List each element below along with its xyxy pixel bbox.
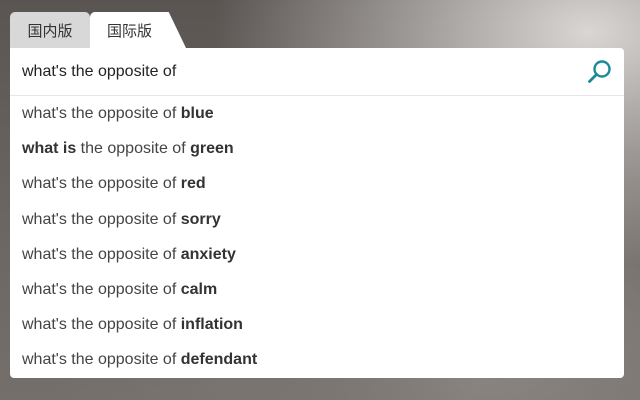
- suggestion-lead: what is: [22, 140, 77, 158]
- search-icon: [588, 60, 611, 83]
- tab-domestic-label: 国内版: [27, 21, 73, 40]
- suggestion-prefix: what's the opposite of: [22, 210, 181, 228]
- suggestion-item[interactable]: what's the opposite of red: [10, 166, 624, 201]
- suggestion-completion: defendant: [180, 351, 258, 369]
- tab-international-label: 国际版: [107, 21, 153, 40]
- tab-domestic[interactable]: 国内版: [10, 12, 90, 48]
- suggestion-completion: green: [190, 140, 234, 158]
- search-panel: what's the opposite of blue what is the …: [10, 48, 624, 378]
- suggestion-item[interactable]: what's the opposite of inflation: [10, 307, 624, 342]
- suggestion-middle: the opposite of: [76, 140, 191, 158]
- search-bar: [10, 48, 624, 96]
- suggestion-prefix: what's the opposite of: [22, 105, 181, 122]
- suggestion-prefix: what's the opposite of: [22, 351, 181, 369]
- suggestion-list: what's the opposite of blue what is the …: [10, 96, 624, 378]
- suggestion-completion: anxiety: [180, 245, 236, 263]
- suggestion-item[interactable]: what's the opposite of defendant: [10, 342, 624, 377]
- suggestion-prefix: what's the opposite of: [22, 175, 181, 193]
- suggestion-completion: blue: [180, 105, 214, 122]
- suggestion-completion: red: [180, 175, 206, 193]
- suggestion-item[interactable]: what is the opposite of green: [10, 131, 624, 166]
- suggestion-item[interactable]: what's the opposite of sorry: [10, 202, 624, 237]
- suggestion-item[interactable]: what's the opposite of calm: [10, 272, 624, 307]
- suggestion-completion: inflation: [180, 316, 243, 334]
- search-button[interactable]: [584, 56, 616, 88]
- suggestion-prefix: what's the opposite of: [22, 245, 181, 263]
- suggestion-completion: calm: [180, 280, 218, 298]
- tab-international[interactable]: 国际版: [90, 12, 186, 48]
- suggestion-item[interactable]: what's the opposite of blue: [10, 96, 624, 131]
- suggestion-item[interactable]: what's the opposite of anxiety: [10, 237, 624, 272]
- suggestion-completion: sorry: [180, 210, 221, 228]
- suggestion-prefix: what's the opposite of: [22, 280, 181, 298]
- suggestion-prefix: what's the opposite of: [22, 316, 181, 334]
- search-input[interactable]: [22, 59, 562, 85]
